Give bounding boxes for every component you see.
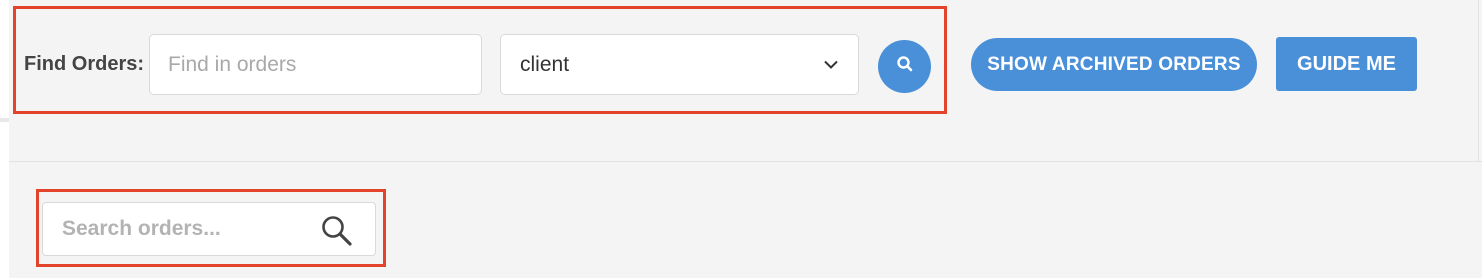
search-field-value: client: [520, 52, 570, 76]
find-orders-label: Find Orders:: [24, 53, 145, 75]
chevron-down-icon: [823, 57, 839, 73]
left-edge: [0, 0, 9, 278]
search-orders-input[interactable]: [43, 203, 313, 255]
section-divider: [9, 161, 1482, 162]
show-archived-orders-button[interactable]: SHOW ARCHIVED ORDERS: [971, 38, 1257, 91]
left-edge-notch: [0, 118, 9, 122]
search-icon: [896, 55, 914, 78]
find-orders-search-button[interactable]: [878, 40, 931, 93]
guide-me-button[interactable]: GUIDE ME: [1276, 37, 1417, 91]
search-orders-box: [42, 202, 376, 256]
search-field-select[interactable]: client: [500, 34, 859, 95]
find-in-orders-input[interactable]: [149, 34, 482, 95]
magnifier-icon[interactable]: [319, 213, 355, 249]
orders-page: Find Orders: client SHOW ARCHIVED ORDERS…: [0, 0, 1482, 278]
right-divider: [1478, 0, 1479, 161]
